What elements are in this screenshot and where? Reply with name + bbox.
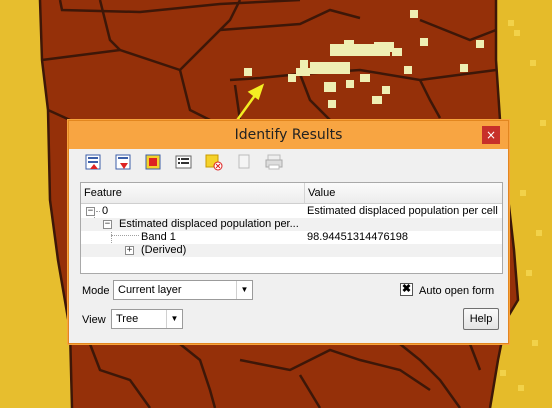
expand-toggle[interactable]: + xyxy=(125,246,134,255)
auto-open-form-label: Auto open form xyxy=(419,285,495,297)
mode-label: Mode xyxy=(82,285,110,297)
title-bar[interactable]: Identify Results × xyxy=(69,121,508,149)
view-select[interactable]: Tree ▼ xyxy=(111,309,183,329)
close-button[interactable]: × xyxy=(482,126,500,144)
identify-results-dialog: Identify Results × Feature Value − 0 Est… xyxy=(68,120,509,344)
column-header-feature[interactable]: Feature xyxy=(81,183,305,204)
view-select-value: Tree xyxy=(116,313,139,325)
view-label: View xyxy=(82,314,106,326)
chevron-down-icon: ▼ xyxy=(166,310,182,328)
expand-tree-icon[interactable] xyxy=(84,152,104,172)
value-cell: 98.94451314476198 xyxy=(307,231,408,243)
feature-cell: (Derived) xyxy=(141,244,187,256)
expand-new-results-icon[interactable] xyxy=(144,152,164,172)
feature-cell: Band 1 xyxy=(141,231,176,243)
mode-select[interactable]: Current layer ▼ xyxy=(113,280,253,300)
column-header-value[interactable]: Value xyxy=(305,183,502,204)
help-button[interactable]: Help xyxy=(463,308,499,330)
print-icon xyxy=(264,152,284,172)
value-cell: Estimated displaced population per cell xyxy=(307,205,498,217)
table-row[interactable]: Band 1 98.94451314476198 xyxy=(81,231,502,244)
mode-select-value: Current layer xyxy=(118,284,182,296)
collapse-toggle[interactable]: − xyxy=(86,207,95,216)
tree-guide xyxy=(96,211,100,212)
table-row[interactable]: + (Derived) xyxy=(81,244,502,257)
feature-cell: 0 xyxy=(102,205,109,217)
chevron-down-icon: ▼ xyxy=(236,281,252,299)
auto-open-form-checkbox[interactable]: ✖ xyxy=(400,283,413,296)
dialog-body: Feature Value − 0 Estimated displaced po… xyxy=(74,149,503,340)
collapse-toggle[interactable]: − xyxy=(103,220,112,229)
copy-icon xyxy=(234,152,254,172)
table-row[interactable]: − Estimated displaced population per... xyxy=(81,218,502,231)
table-row[interactable]: − 0 Estimated displaced population per c… xyxy=(81,205,502,218)
results-tree[interactable]: Feature Value − 0 Estimated displaced po… xyxy=(80,182,503,274)
highlight-icon[interactable] xyxy=(204,152,224,172)
clear-results-icon[interactable] xyxy=(174,152,194,172)
tree-header: Feature Value xyxy=(81,183,502,204)
feature-cell: Estimated displaced population per... xyxy=(119,218,299,230)
collapse-tree-icon[interactable] xyxy=(114,152,134,172)
dialog-title: Identify Results xyxy=(234,127,343,143)
